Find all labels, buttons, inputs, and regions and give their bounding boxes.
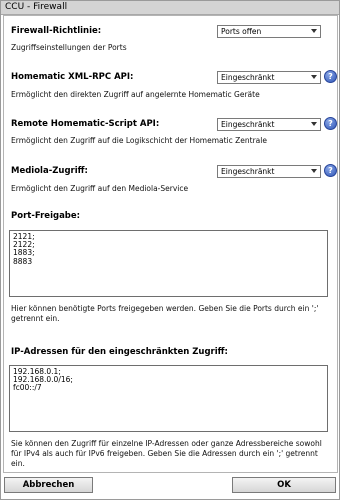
help-icon[interactable]: ? — [324, 117, 337, 130]
chevron-down-icon — [311, 29, 317, 33]
title-bar[interactable]: CCU - Firewall — [1, 1, 339, 15]
dialog-content: Firewall-Richtlinie: Ports offen Zugriff… — [3, 15, 338, 473]
cancel-button[interactable]: Abbrechen — [4, 477, 93, 493]
script-api-label: Remote Homematic-Script API: — [11, 119, 160, 129]
script-api-description: Ermöglicht den Zugriff auf die Logikschi… — [11, 136, 267, 145]
firewall-dialog: CCU - Firewall Firewall-Richtlinie: Port… — [0, 0, 340, 500]
port-release-label: Port-Freigabe: — [11, 211, 81, 221]
firewall-policy-select[interactable]: Ports offen — [217, 25, 321, 38]
ip-addresses-textarea[interactable]: 192.168.0.1; 192.168.0.0/16; fc00::/7 — [9, 365, 328, 432]
mediola-description: Ermöglicht den Zugriff auf den Mediola-S… — [11, 184, 189, 193]
port-line: 2122; — [13, 240, 35, 250]
xmlrpc-api-value: Eingeschränkt — [221, 73, 275, 82]
firewall-policy-description: Zugriffseinstellungen der Ports — [11, 43, 127, 52]
script-api-select[interactable]: Eingeschränkt — [217, 118, 321, 131]
port-release-description: Hier können benötigte Ports freigegeben … — [11, 304, 319, 323]
script-api-value: Eingeschränkt — [221, 120, 275, 129]
chevron-down-icon — [311, 75, 317, 79]
mediola-select[interactable]: Eingeschränkt — [217, 165, 321, 178]
help-icon[interactable]: ? — [324, 70, 337, 83]
help-icon[interactable]: ? — [324, 164, 337, 177]
chevron-down-icon — [311, 122, 317, 126]
ip-line: 192.168.0.0/16; — [13, 375, 73, 385]
window-title: CCU - Firewall — [5, 2, 68, 12]
chevron-down-icon — [311, 169, 317, 173]
xmlrpc-api-label: Homematic XML-RPC API: — [11, 72, 134, 82]
ok-button[interactable]: OK — [232, 477, 336, 493]
ip-addresses-description: Sie können den Zugriff für einzelne IP-A… — [11, 439, 322, 468]
firewall-policy-label: Firewall-Richtlinie: — [11, 26, 102, 36]
ip-line: fc00::/7 — [13, 383, 42, 393]
port-line: 8883 — [13, 256, 33, 266]
port-line: 1883; — [13, 248, 35, 258]
xmlrpc-api-description: Ermöglicht den direkten Zugriff auf ange… — [11, 90, 260, 99]
port-line: 2121; — [13, 232, 35, 241]
port-release-textarea[interactable]: 2121; 2122; 1883; 8883 — [9, 230, 328, 297]
xmlrpc-api-select[interactable]: Eingeschränkt — [217, 71, 321, 84]
mediola-value: Eingeschränkt — [221, 167, 275, 176]
firewall-policy-value: Ports offen — [221, 27, 262, 36]
ip-addresses-label: IP-Adressen für den eingeschränkten Zugr… — [11, 347, 228, 357]
mediola-label: Mediola-Zugriff: — [11, 166, 88, 176]
